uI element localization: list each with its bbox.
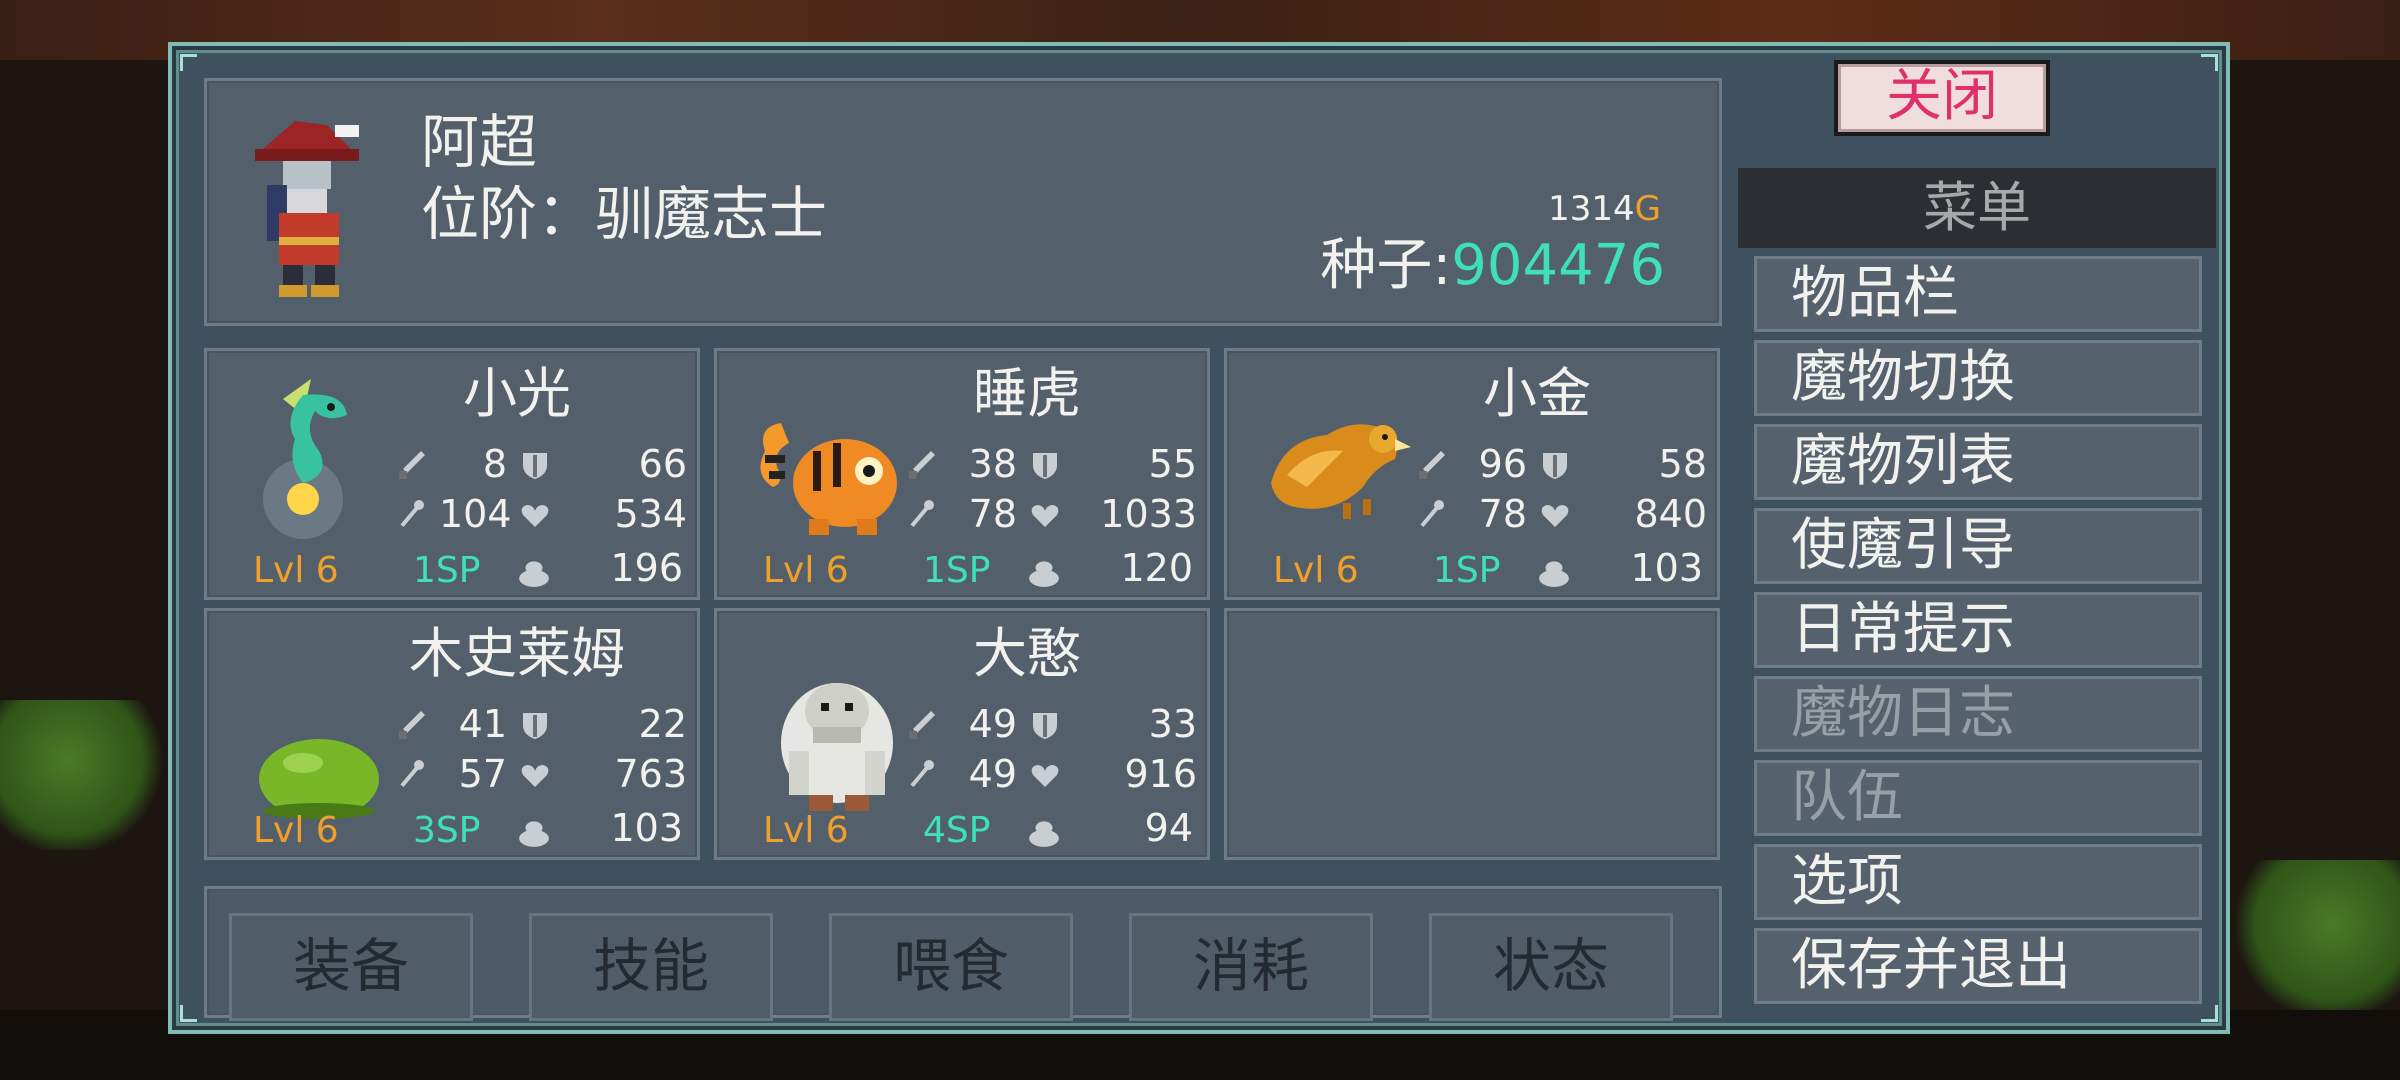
panel-corner bbox=[2201, 54, 2218, 71]
stat-row-attack-defense: 38 55 bbox=[905, 441, 1197, 487]
monster-level: Lvl 6 bbox=[763, 810, 849, 851]
monster-food: 94 bbox=[1144, 806, 1193, 850]
stat-row-magic-hp: 78 840 bbox=[1415, 491, 1707, 537]
wand-icon bbox=[910, 500, 934, 528]
monster-sp: 1SP bbox=[1433, 550, 1501, 591]
sword-icon bbox=[909, 711, 935, 739]
monster-card[interactable]: 大憨 49 33 49 916 Lvl 6 4SP 94 bbox=[714, 608, 1210, 860]
wand-icon bbox=[1420, 500, 1444, 528]
menu-item-save-quit[interactable]: 保存并退出 bbox=[1754, 928, 2202, 1004]
menu-item-monster-journal[interactable]: 魔物日志 bbox=[1754, 676, 2202, 752]
monster-level: Lvl 6 bbox=[1273, 550, 1359, 591]
food-icon bbox=[1029, 561, 1059, 587]
stat-row-attack-defense: 41 22 bbox=[395, 701, 687, 747]
tab-feed[interactable]: 喂食 bbox=[829, 913, 1073, 1021]
player-header: 阿超 位阶：驯魔志士 1314G 种子:904476 bbox=[204, 78, 1722, 326]
menu-item-daily-tips[interactable]: 日常提示 bbox=[1754, 592, 2202, 668]
menu-item-options[interactable]: 选项 bbox=[1754, 844, 2202, 920]
player-name: 阿超 bbox=[421, 108, 538, 176]
monster-name: 木史莱姆 bbox=[409, 622, 625, 685]
wand-icon bbox=[910, 760, 934, 788]
monster-name: 小金 bbox=[1483, 362, 1591, 425]
food-icon bbox=[1029, 821, 1059, 847]
panel-corner bbox=[180, 54, 197, 71]
player-avatar bbox=[255, 121, 359, 297]
monster-card[interactable]: 睡虎 38 55 78 1033 Lvl 6 1SP 120 bbox=[714, 348, 1210, 600]
seeds-counter: 种子:904476 bbox=[1320, 233, 1665, 298]
monster-card[interactable]: 小金 96 58 78 840 Lvl 6 1SP 103 bbox=[1224, 348, 1720, 600]
menu-item-familiar-guide[interactable]: 使魔引导 bbox=[1754, 508, 2202, 584]
sword-icon bbox=[1419, 451, 1445, 479]
gold-amount: 1314G bbox=[1548, 189, 1661, 229]
empty-monster-slot[interactable] bbox=[1224, 608, 1720, 860]
stat-row-magic-hp: 104 534 bbox=[395, 491, 687, 537]
menu-title: 菜单 bbox=[1738, 168, 2216, 248]
food-icon bbox=[519, 561, 549, 587]
party-menu-panel: 阿超 位阶：驯魔志士 1314G 种子:904476 小光 8 66 104 5… bbox=[168, 42, 2230, 1034]
stat-row-attack-defense: 96 58 bbox=[1415, 441, 1707, 487]
sword-icon bbox=[909, 451, 935, 479]
menu-item-party[interactable]: 队伍 bbox=[1754, 760, 2202, 836]
tab-consume[interactable]: 消耗 bbox=[1129, 913, 1373, 1021]
panel-corner bbox=[2201, 1005, 2218, 1022]
monster-card[interactable]: 小光 8 66 104 534 Lvl 6 1SP 196 bbox=[204, 348, 700, 600]
panel-corner bbox=[180, 1005, 197, 1022]
tab-equip[interactable]: 装备 bbox=[229, 913, 473, 1021]
player-rank: 位阶：驯魔志士 bbox=[421, 180, 828, 248]
monster-name: 睡虎 bbox=[973, 362, 1081, 425]
monster-food: 196 bbox=[610, 546, 683, 590]
monster-sp: 4SP bbox=[923, 810, 991, 851]
sword-icon bbox=[399, 711, 425, 739]
close-button[interactable]: 关闭 bbox=[1834, 60, 2050, 136]
menu-item-inventory[interactable]: 物品栏 bbox=[1754, 256, 2202, 332]
monster-sp: 1SP bbox=[413, 550, 481, 591]
action-tab-bar: 装备 技能 喂食 消耗 状态 bbox=[204, 886, 1722, 1021]
stat-row-magic-hp: 49 916 bbox=[905, 751, 1197, 797]
menu-item-monster-list[interactable]: 魔物列表 bbox=[1754, 424, 2202, 500]
stat-row-magic-hp: 57 763 bbox=[395, 751, 687, 797]
stat-row-attack-defense: 8 66 bbox=[395, 441, 687, 487]
stat-row-attack-defense: 49 33 bbox=[905, 701, 1197, 747]
tab-skills[interactable]: 技能 bbox=[529, 913, 773, 1021]
background-foliage-right bbox=[2230, 860, 2400, 1020]
wand-icon bbox=[400, 760, 424, 788]
monster-name: 小光 bbox=[463, 362, 571, 425]
sword-icon bbox=[399, 451, 425, 479]
monster-sp: 1SP bbox=[923, 550, 991, 591]
monster-level: Lvl 6 bbox=[763, 550, 849, 591]
monster-food: 103 bbox=[610, 806, 683, 850]
food-icon bbox=[1539, 561, 1569, 587]
monster-food: 120 bbox=[1120, 546, 1193, 590]
tab-status[interactable]: 状态 bbox=[1429, 913, 1673, 1021]
wand-icon bbox=[400, 500, 424, 528]
background-foliage-left bbox=[0, 700, 170, 850]
monster-level: Lvl 6 bbox=[253, 810, 339, 851]
monster-card[interactable]: 木史莱姆 41 22 57 763 Lvl 6 3SP 103 bbox=[204, 608, 700, 860]
menu-item-monster-switch[interactable]: 魔物切换 bbox=[1754, 340, 2202, 416]
food-icon bbox=[519, 821, 549, 847]
monster-level: Lvl 6 bbox=[253, 550, 339, 591]
monster-food: 103 bbox=[1630, 546, 1703, 590]
monster-sp: 3SP bbox=[413, 810, 481, 851]
monster-name: 大憨 bbox=[973, 622, 1081, 685]
stat-row-magic-hp: 78 1033 bbox=[905, 491, 1197, 537]
